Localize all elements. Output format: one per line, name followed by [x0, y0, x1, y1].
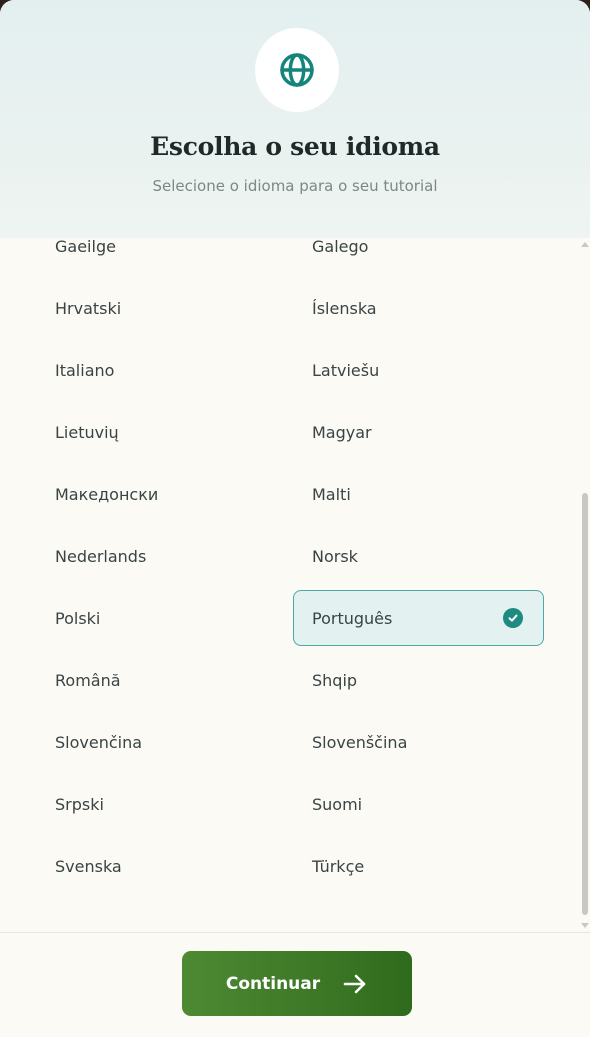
language-option[interactable]: Македонски [55, 466, 285, 522]
language-option[interactable]: Srpski [55, 776, 285, 832]
list-scrollbar[interactable] [580, 238, 590, 932]
language-option[interactable]: Türkçe [312, 838, 542, 894]
continue-button-label: Continuar [225, 973, 321, 994]
language-option[interactable]: Lietuvių [55, 404, 285, 460]
language-option[interactable]: Nederlands [55, 528, 285, 584]
language-option[interactable]: Svenska [55, 838, 285, 894]
modal-title: Escolha o seu idioma [150, 132, 440, 161]
language-option-label: Português [312, 608, 393, 628]
arrow-right-icon [343, 974, 366, 993]
language-option[interactable]: Galego [312, 238, 542, 274]
language-option[interactable]: Suomi [312, 776, 542, 832]
language-option[interactable]: Magyar [312, 404, 542, 460]
language-option[interactable]: Gaeilge [55, 238, 285, 274]
continue-button[interactable]: Continuar [182, 951, 412, 1016]
modal-header: Escolha o seu idioma Selecione o idioma … [0, 0, 590, 238]
check-circle-icon [503, 608, 523, 628]
modal-footer: Continuar [0, 932, 590, 1037]
language-option[interactable]: Íslenska [312, 280, 542, 336]
language-option[interactable]: Latviešu [312, 342, 542, 398]
language-option[interactable]: Norsk [312, 528, 542, 584]
language-option[interactable]: Hrvatski [55, 280, 285, 336]
language-option[interactable]: Polski [55, 590, 285, 646]
language-list: Gaeilge Galego Hrvatski Íslenska Italian… [0, 238, 590, 932]
modal-subtitle: Selecione o idioma para o seu tutorial [152, 177, 438, 195]
scroll-up-icon[interactable] [581, 242, 589, 247]
language-option[interactable]: Română [55, 652, 285, 708]
language-option[interactable]: Slovenščina [312, 714, 542, 770]
language-option-selected[interactable]: Português [293, 590, 544, 646]
globe-badge [255, 28, 339, 112]
scroll-thumb[interactable] [582, 493, 588, 915]
language-option[interactable]: Italiano [55, 342, 285, 398]
language-option[interactable]: Shqip [312, 652, 542, 708]
language-modal: Escolha o seu idioma Selecione o idioma … [0, 0, 590, 1037]
language-option[interactable]: Slovenčina [55, 714, 285, 770]
globe-icon [280, 53, 314, 87]
scroll-down-icon[interactable] [581, 923, 589, 928]
language-option[interactable]: Malti [312, 466, 542, 522]
